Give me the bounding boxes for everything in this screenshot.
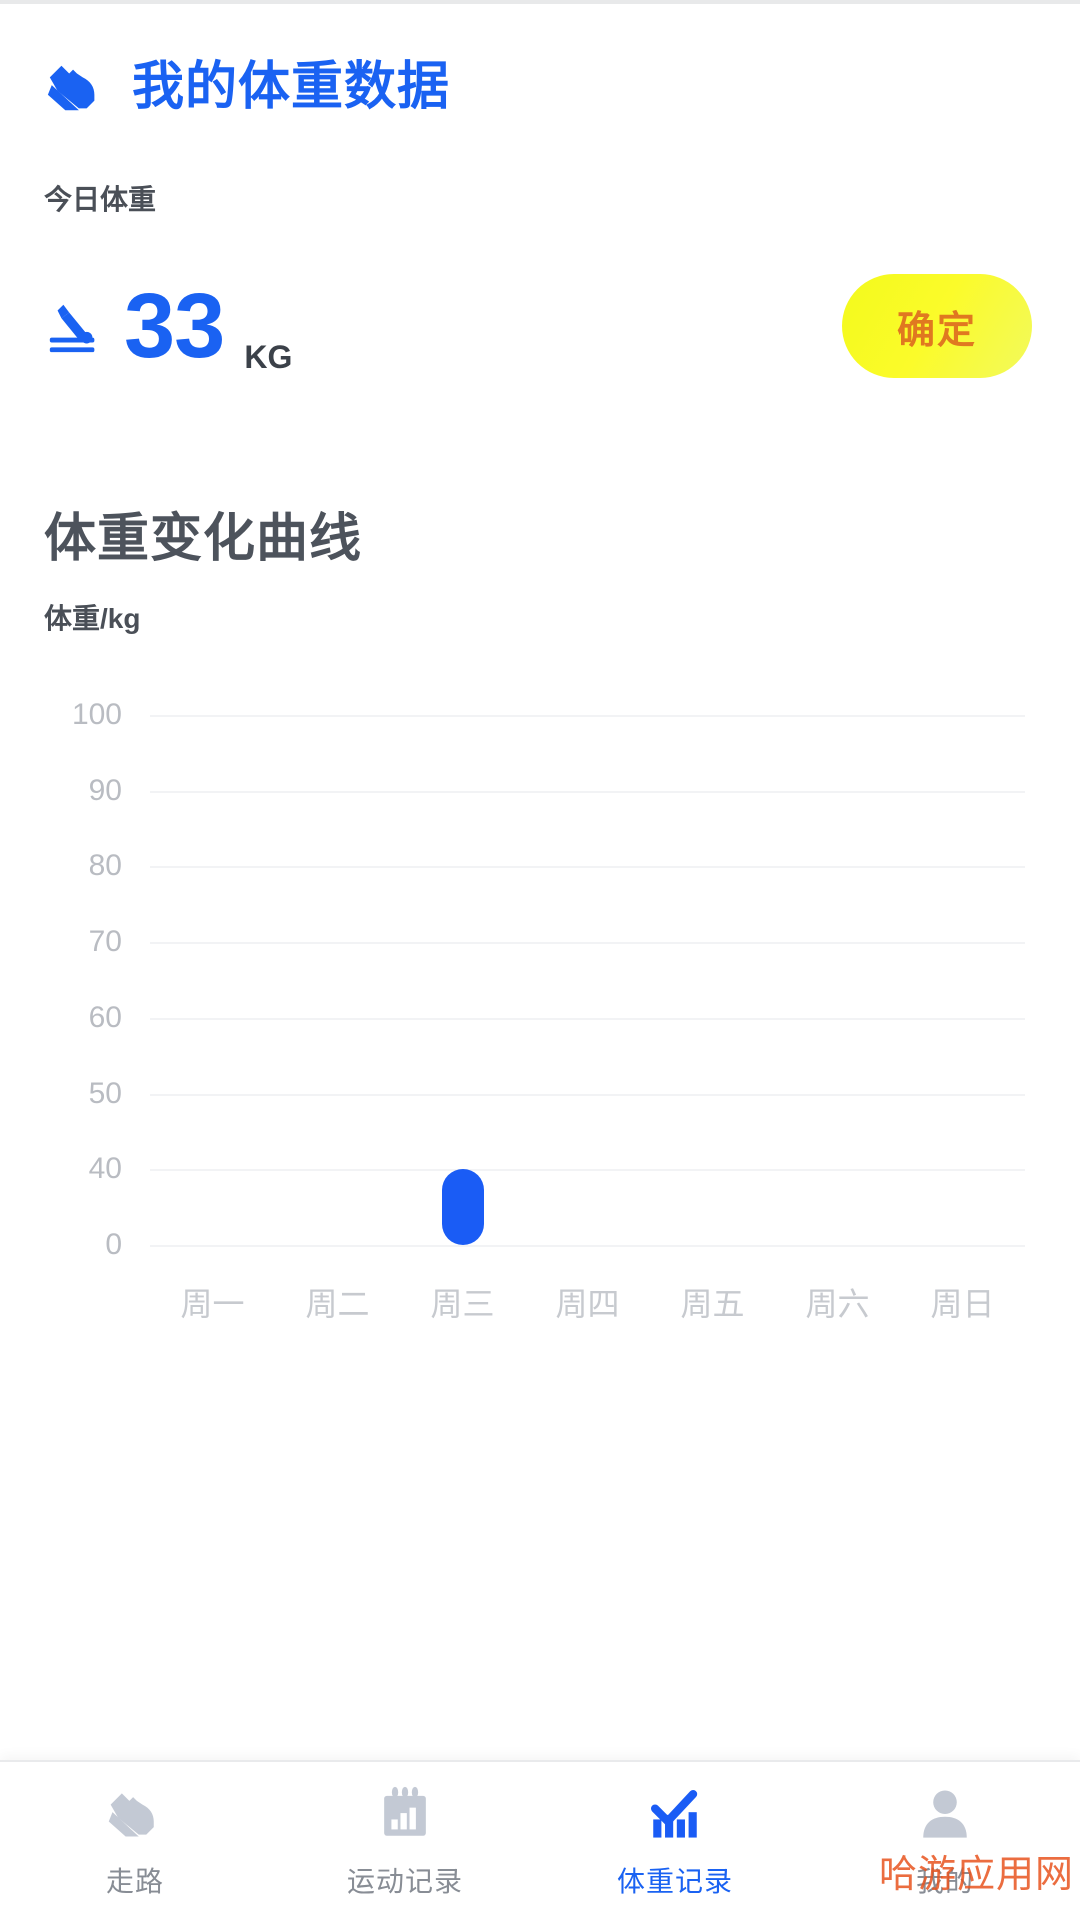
nav-item-bar-chart-calendar[interactable]: 运动记录 bbox=[270, 1762, 540, 1920]
nav-item-label: 体重记录 bbox=[616, 1866, 733, 1897]
chart-plot-area: 100 90 80 70 60 50 40 0 bbox=[72, 698, 1025, 1261]
today-weight-row: 33 KG 确定 bbox=[0, 266, 1080, 386]
bar-chart-check-icon bbox=[643, 1782, 707, 1846]
y-axis-tick: 50 bbox=[88, 1076, 122, 1110]
x-axis-label: 周三 bbox=[430, 1286, 495, 1322]
y-axis-tick: 70 bbox=[88, 925, 122, 959]
x-axis-label: 周二 bbox=[305, 1286, 370, 1322]
chart-x-axis-labels: 周一 周二 周三 周四 周五 周六 周日 bbox=[150, 1279, 1025, 1325]
page-title: 我的体重数据 bbox=[132, 58, 451, 116]
nav-item-label: 走路 bbox=[105, 1866, 164, 1897]
person-icon bbox=[913, 1782, 977, 1846]
nav-item-label: 运动记录 bbox=[346, 1866, 463, 1897]
x-axis-label: 周日 bbox=[930, 1286, 995, 1322]
x-axis-label: 周四 bbox=[555, 1286, 620, 1322]
page-header: 我的体重数据 bbox=[0, 4, 1080, 118]
shoe-icon bbox=[44, 56, 106, 118]
y-axis-tick: 0 bbox=[105, 1228, 122, 1261]
chart-bar[interactable] bbox=[441, 1169, 484, 1245]
chart-y-axis-name: 体重/kg bbox=[44, 603, 141, 634]
x-axis-label: 周五 bbox=[680, 1286, 745, 1322]
gridline: 0 bbox=[105, 1228, 1025, 1261]
today-weight-label: 今日体重 bbox=[44, 184, 157, 215]
confirm-button[interactable]: 确定 bbox=[842, 274, 1032, 378]
bar-slot bbox=[775, 715, 900, 1245]
bottom-navigation: 走路 运动记录 体重记录 我的 bbox=[0, 1760, 1080, 1920]
weight-chart: 100 90 80 70 60 50 40 0 周一 周二 周三 周四 周五 周六 周日 bbox=[0, 685, 1080, 1345]
x-axis-label: 周一 bbox=[180, 1286, 245, 1322]
weight-record-screen: 我的体重数据 今日体重 33 KG 确定 体重变化曲线 体重/kg 100 90 8… bbox=[0, 0, 1080, 1920]
weight-scale-icon bbox=[44, 295, 106, 357]
shoe-icon bbox=[103, 1782, 167, 1846]
bar-slot bbox=[150, 715, 275, 1245]
y-axis-tick: 60 bbox=[88, 1000, 122, 1034]
nav-item-bar-chart-check[interactable]: 体重记录 bbox=[540, 1762, 810, 1920]
bar-slot bbox=[275, 715, 400, 1245]
weight-value[interactable]: 33 bbox=[124, 280, 225, 372]
bar-slot bbox=[900, 715, 1025, 1245]
y-axis-tick: 80 bbox=[88, 849, 122, 883]
y-axis-tick: 40 bbox=[88, 1152, 122, 1186]
y-axis-tick: 90 bbox=[88, 773, 122, 807]
y-axis-tick: 100 bbox=[71, 698, 122, 731]
chart-bars bbox=[150, 715, 1025, 1245]
bar-slot bbox=[525, 715, 650, 1245]
x-axis-label: 周六 bbox=[805, 1286, 870, 1322]
nav-item-person[interactable]: 我的 bbox=[810, 1762, 1080, 1920]
bar-slot bbox=[400, 715, 525, 1245]
nav-item-label: 我的 bbox=[915, 1866, 974, 1897]
bar-chart-calendar-icon bbox=[373, 1782, 437, 1846]
bar-slot bbox=[650, 715, 775, 1245]
weight-unit: KG bbox=[244, 339, 293, 375]
nav-item-shoe[interactable]: 走路 bbox=[0, 1762, 270, 1920]
chart-title: 体重变化曲线 bbox=[44, 510, 363, 568]
